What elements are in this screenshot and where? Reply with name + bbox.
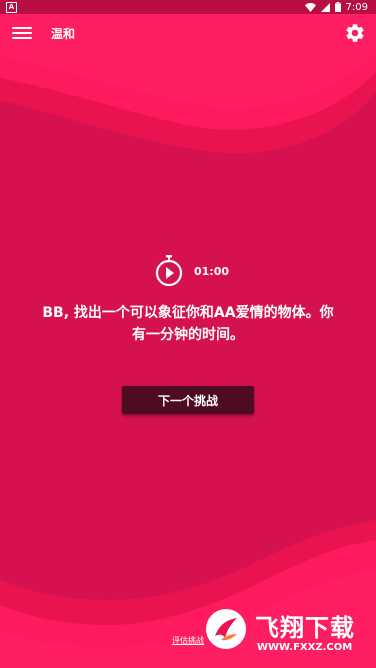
toolbar: 温和 <box>0 14 376 52</box>
rate-challenge-link[interactable]: 评估挑战 <box>172 635 204 646</box>
menu-icon <box>12 27 32 39</box>
status-right: 7:09 <box>304 1 376 13</box>
notification-icon: A <box>6 1 17 13</box>
watermark-url: WWW.FXXZ.COM <box>257 642 353 653</box>
gear-icon[interactable] <box>344 22 366 44</box>
wifi-icon <box>304 2 316 12</box>
watermark-title: 飞翔下载 <box>255 614 355 642</box>
status-left: A <box>0 1 17 13</box>
watermark-logo-icon <box>206 609 246 649</box>
timer-value: 01:00 <box>194 265 230 278</box>
challenge-text: BB, 找出一个可以象征你和AA爱情的物体。你有一分钟的时间。 <box>42 305 334 343</box>
menu-button[interactable] <box>12 24 32 42</box>
status-time: 7:09 <box>345 1 368 13</box>
stopwatch-play-icon[interactable] <box>155 255 183 287</box>
battery-icon <box>334 2 341 12</box>
page-title: 温和 <box>51 27 76 41</box>
signal-icon <box>320 2 330 12</box>
next-challenge-button[interactable]: 下一个挑战 <box>122 386 254 414</box>
status-bar: A 7:09 <box>0 0 376 14</box>
timer: 01:00 <box>0 255 376 287</box>
watermark: 飞翔下载 WWW.FXXZ.COM <box>205 606 373 664</box>
